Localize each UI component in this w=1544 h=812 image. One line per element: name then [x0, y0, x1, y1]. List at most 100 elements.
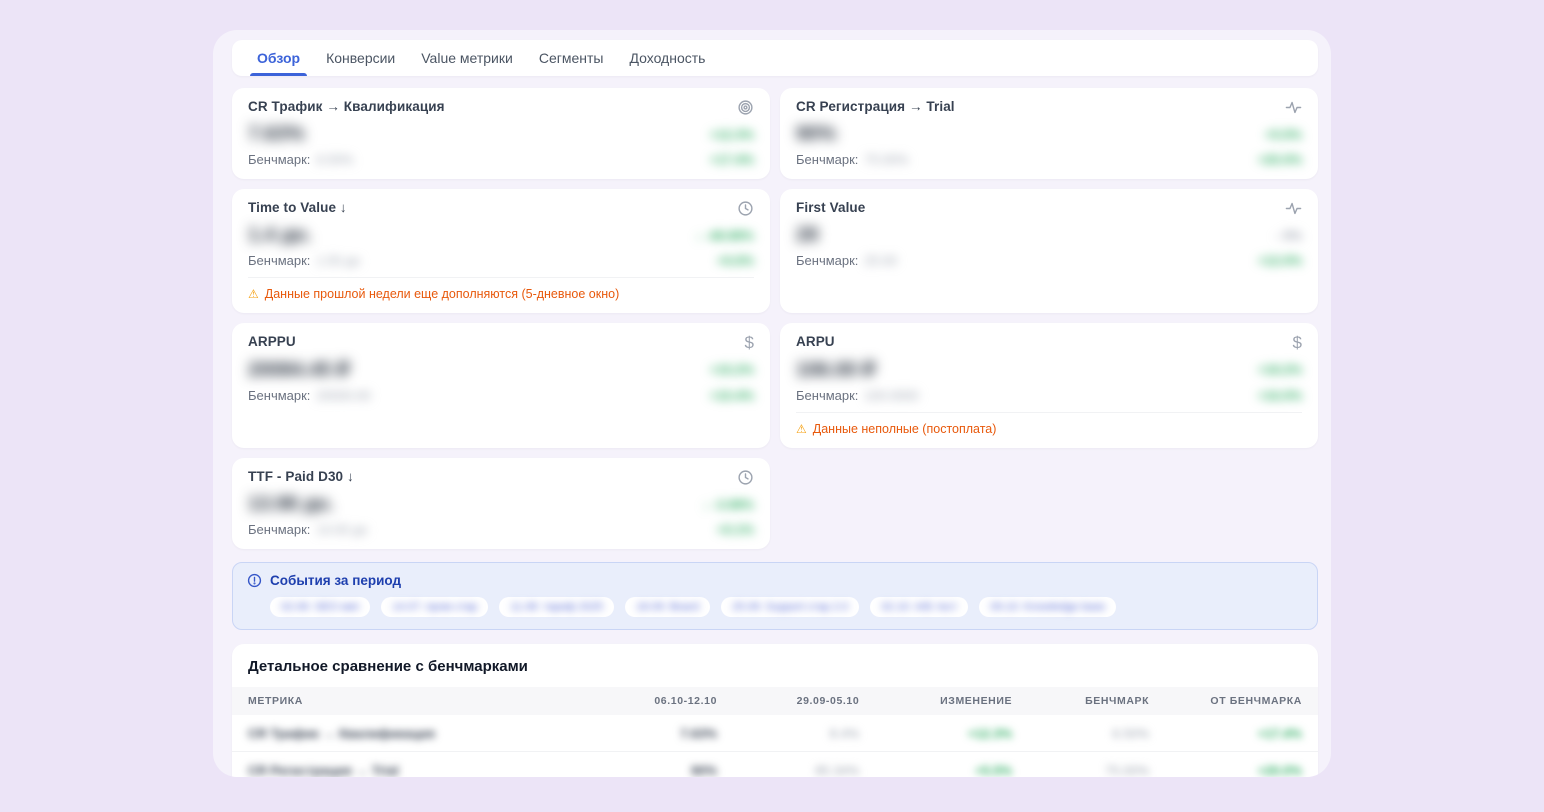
metric-title: TTF - Paid D30 ↓ [248, 469, 354, 484]
benchmark-value: 6.50% [316, 152, 354, 167]
benchmark-change: +20.0% [1257, 152, 1302, 167]
benchmark-change: +12.0% [1257, 253, 1302, 268]
metric-value-row: 7.63% +12.3% [248, 123, 754, 146]
benchmark-change: +10.4% [709, 388, 754, 403]
event-chip-label: 25.09: Support стар 2.0 [732, 601, 849, 613]
cell-current: 90% [690, 762, 718, 778]
metric-title: ARPPU [248, 334, 296, 349]
metric-type-icon: $ [1293, 334, 1302, 351]
metric-value: 20084.45 ₽ [248, 359, 350, 381]
event-chip[interactable]: 14.07: пром стар [381, 597, 489, 617]
event-chip[interactable]: 25.09: Support стар 2.0 [721, 597, 860, 617]
table-row: CR Регистрация → Trial 90% 85.34% +5.5% … [232, 752, 1318, 778]
event-chip-label: 02.10: А/Б тест [881, 601, 958, 613]
tab-label: Value метрики [421, 50, 513, 66]
warning-icon: ⚠ [796, 422, 807, 436]
benchmark-value: 14.00 дн [316, 522, 368, 537]
metric-title: CR Трафик → Квалификация [248, 99, 445, 114]
benchmark-label: Бенчмарк: [796, 253, 859, 268]
col-vs-benchmark: ОТ БЕНЧМАРКА [1210, 695, 1302, 707]
comparison-title: Детальное сравнение с бенчмарками [248, 658, 528, 675]
metric-type-icon: $ [1285, 99, 1302, 117]
page: Обзор Конверсии Value метрики Сегменты Д… [0, 0, 1544, 812]
benchmark-label: Бенчмарк: [248, 152, 311, 167]
tab[interactable]: Конверсии [313, 40, 408, 76]
metric-change: - 0% [1275, 228, 1302, 243]
metric-card-header: CR Трафик → Квалификация $ [248, 99, 754, 117]
cell-previous: 8.4% [829, 725, 860, 741]
cell-current: 7.63% [680, 725, 718, 741]
metric-value-row: 13.98 дн. ↓ -3.98% [248, 493, 754, 516]
tab[interactable]: Сегменты [526, 40, 617, 76]
cell-vs-benchmark: +20.0% [1257, 762, 1302, 778]
cell-change: +12.3% [967, 725, 1013, 741]
benchmark-value: 20000.00 [316, 388, 371, 403]
metric-title: ARPU [796, 334, 835, 349]
cell-benchmark: 75.00% [1105, 762, 1150, 778]
metric-value: 106.00 ₽ [796, 359, 876, 381]
metric-value: 13.98 дн. [248, 493, 334, 515]
benchmark-row: Бенчмарк: 14.00 дн +0.1% [248, 522, 754, 537]
tab[interactable]: Обзор [244, 40, 313, 76]
metric-card-header: TTF - Paid D30 ↓ $ [248, 469, 754, 487]
warning-note: ⚠ Данные неполные (постоплата) [796, 412, 1302, 436]
tab[interactable]: Value метрики [408, 40, 526, 76]
table-header-row: МЕТРИКА 06.10-12.10 29.09-05.10 ИЗМЕНЕНИ… [232, 687, 1318, 715]
metric-value: 28 [796, 224, 819, 246]
metric-cards-grid: CR Трафик → Квалификация $ [232, 88, 1318, 549]
metric-title: First Value [796, 200, 866, 215]
metric-value-row: 90% +5.5% [796, 123, 1302, 146]
info-icon [247, 573, 262, 588]
metric-card-header: ARPU $ [796, 334, 1302, 351]
cell-change: +5.5% [974, 762, 1013, 778]
metric-card: ARPPU $ 20084.45 ₽ +15.2% Бенчмарк: 2000… [232, 323, 770, 448]
table-row: CR Трафик → Квалификация 7.63% 8.4% +12.… [232, 715, 1318, 752]
dashboard-panel: Обзор Конверсии Value метрики Сегменты Д… [213, 30, 1331, 777]
cell-benchmark: 6.50% [1112, 725, 1150, 741]
benchmark-label: Бенчмарк: [248, 388, 311, 403]
benchmark-label: Бенчмарк: [248, 522, 311, 537]
events-banner: События за период 02.06: SEO кмп 14.07: … [232, 562, 1318, 630]
metric-type-icon: $ [737, 469, 754, 487]
metric-type-icon: $ [737, 99, 754, 117]
event-chip[interactable]: 09.10: Knowledge base [979, 597, 1117, 617]
dollar-icon: $ [1292, 333, 1302, 352]
benchmark-label: Бенчмарк: [796, 388, 859, 403]
benchmark-value: 75.00% [864, 152, 909, 167]
benchmark-value: 100.0000 [864, 388, 919, 403]
metric-title: Time to Value ↓ [248, 200, 347, 215]
benchmark-comparison-card: Детальное сравнение с бенчмарками МЕТРИК… [232, 644, 1318, 777]
metric-card-header: First Value $ [796, 200, 1302, 218]
event-chip[interactable]: 18.09: Board [625, 597, 711, 617]
metric-value: 7.63% [248, 123, 305, 145]
event-chips: 02.06: SEO кмп 14.07: пром стар 11.08: т… [270, 597, 1303, 617]
event-chip-label: 09.10: Knowledge base [990, 601, 1106, 613]
col-previous-period: 29.09-05.10 [796, 695, 860, 707]
col-benchmark: БЕНЧМАРК [1085, 695, 1150, 707]
warning-icon: ⚠ [248, 287, 259, 301]
event-chip[interactable]: 02.10: А/Б тест [870, 597, 969, 617]
benchmark-row: Бенчмарк: 1.50 дн +6.6% [248, 253, 754, 268]
benchmark-value: 25.00 [864, 253, 897, 268]
metric-title: CR Регистрация → Trial [796, 99, 955, 114]
cell-metric: CR Регистрация → Trial [248, 762, 399, 778]
warning-note: ⚠ Данные прошлой недели еще дополняются … [248, 277, 754, 301]
event-chip-label: 14.07: пром стар [392, 601, 478, 613]
tab[interactable]: Доходность [616, 40, 718, 76]
benchmark-row: Бенчмарк: 20000.00 +10.4% [248, 388, 754, 403]
event-chip[interactable]: 11.08: тариф 2025 [499, 597, 615, 617]
metric-card: CR Трафик → Квалификация $ [232, 88, 770, 179]
metric-value: 1.4 дн. [248, 224, 312, 246]
warning-text: Данные неполные (постоплата) [812, 422, 997, 436]
event-chip[interactable]: 02.06: SEO кмп [270, 597, 371, 617]
col-change: ИЗМЕНЕНИЕ [940, 695, 1013, 707]
event-chip-label: 18.09: Board [636, 601, 700, 613]
metric-card-header: Time to Value ↓ $ [248, 200, 754, 218]
tab-label: Конверсии [326, 50, 396, 66]
event-chip-label: 11.08: тариф 2025 [510, 601, 604, 613]
tab-label: Доходность [629, 50, 706, 66]
benchmark-row: Бенчмарк: 75.00% +20.0% [796, 152, 1302, 167]
metric-change: ↓ -48.88% [695, 228, 754, 243]
metric-type-icon: $ [737, 200, 754, 218]
metric-card: TTF - Paid D30 ↓ $ [232, 458, 770, 549]
